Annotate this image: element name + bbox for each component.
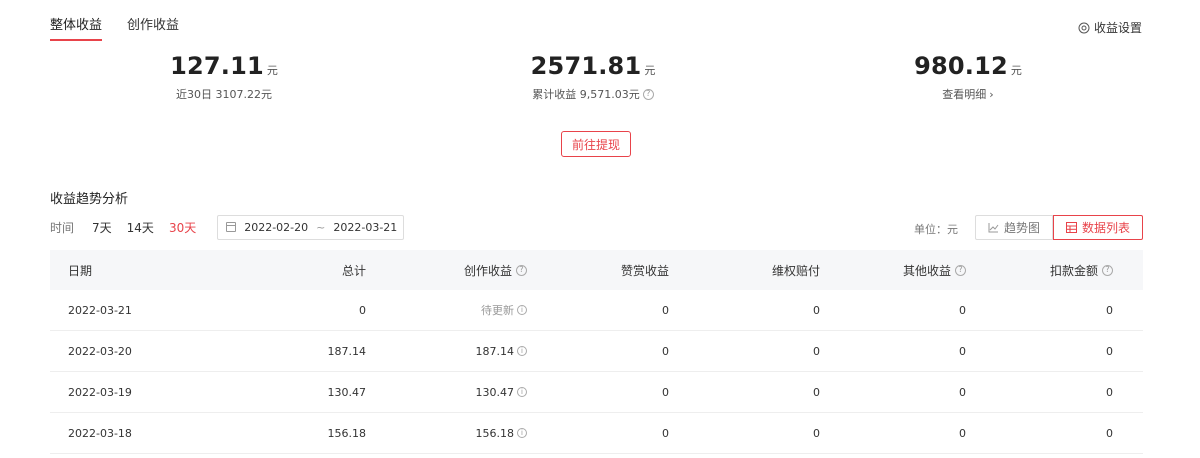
cell-other-income: 0 xyxy=(959,344,966,358)
info-icon[interactable]: i xyxy=(517,428,527,438)
withdraw-button[interactable]: 前往提现 xyxy=(561,131,631,157)
cell-date: 2022-03-18 xyxy=(68,426,132,440)
trend-chart-button[interactable]: 趋势图 xyxy=(974,215,1053,240)
stat-value: 127.11 xyxy=(170,52,264,80)
income-tabs: 整体收益 创作收益 xyxy=(50,14,179,41)
settings-icon xyxy=(1078,22,1090,33)
cell-rights-compensation: 0 xyxy=(813,303,820,317)
line-chart-icon xyxy=(988,223,999,233)
stat-balance: 980.12 元 查看明细 › xyxy=(848,52,1088,102)
table-row: 2022-03-21 0 待更新 i 0 0 0 0 xyxy=(50,290,1143,331)
cell-rights-compensation: 0 xyxy=(813,385,820,399)
cell-other-income: 0 xyxy=(959,426,966,440)
calendar-icon xyxy=(226,222,237,232)
chevron-right-icon: › xyxy=(989,87,994,101)
date-separator: ~ xyxy=(316,220,326,234)
stat-unit: 元 xyxy=(1010,64,1022,77)
header-deduction: 扣款金额 xyxy=(1049,263,1098,278)
table-row: 2022-03-18 156.18 156.18 i 0 0 0 0 xyxy=(50,413,1143,454)
info-icon[interactable]: i xyxy=(517,305,527,315)
header-date: 日期 xyxy=(68,263,93,278)
table-row: 2022-03-20 187.14 187.14 i 0 0 0 0 xyxy=(50,331,1143,372)
cell-other-income: 0 xyxy=(959,385,966,399)
cell-total: 187.14 xyxy=(327,344,367,358)
end-date: 2022-03-21 xyxy=(333,220,398,234)
header-other-income: 其他收益 xyxy=(902,263,951,278)
table-row: 2022-03-19 130.47 130.47 i 0 0 0 0 xyxy=(50,372,1143,413)
table-header: 日期 总计 创作收益? 赞赏收益 维权赔付 其他收益? 扣款金额? xyxy=(50,250,1143,290)
stat-unit: 元 xyxy=(266,64,278,77)
cell-tip-income: 0 xyxy=(662,344,669,358)
table-icon xyxy=(1065,222,1077,233)
income-table: 日期 总计 创作收益? 赞赏收益 维权赔付 其他收益? 扣款金额? 2022-0… xyxy=(50,250,1143,454)
income-settings-button[interactable]: 收益设置 xyxy=(1078,19,1142,36)
view-details-link[interactable]: 查看明细 › xyxy=(848,86,1088,102)
cell-total: 0 xyxy=(359,303,366,317)
header-total: 总计 xyxy=(341,263,366,278)
cell-creation-income: 187.14 xyxy=(475,344,515,358)
cell-creation-income: 待更新 xyxy=(481,304,514,317)
cell-deduction: 0 xyxy=(1106,385,1113,399)
stat-value: 980.12 xyxy=(914,52,1008,80)
cell-other-income: 0 xyxy=(959,303,966,317)
cell-deduction: 0 xyxy=(1106,344,1113,358)
cell-total: 130.47 xyxy=(327,385,367,399)
stat-recent: 127.11 元 近30日 3107.22元 xyxy=(104,52,344,102)
range-7-days[interactable]: 7天 xyxy=(92,219,112,236)
view-details-label: 查看明细 xyxy=(942,88,987,101)
help-icon[interactable]: ? xyxy=(642,88,654,100)
range-30-days[interactable]: 30天 xyxy=(169,219,196,236)
section-title: 收益趋势分析 xyxy=(50,192,129,207)
cell-deduction: 0 xyxy=(1106,303,1113,317)
unit-label: 单位：元 xyxy=(914,223,958,236)
cell-total: 156.18 xyxy=(327,426,367,440)
tab-creation-income[interactable]: 创作收益 xyxy=(127,14,179,41)
cell-tip-income: 0 xyxy=(662,385,669,399)
settings-label: 收益设置 xyxy=(1093,21,1142,35)
cell-rights-compensation: 0 xyxy=(813,426,820,440)
info-icon[interactable]: i xyxy=(517,346,527,356)
header-creation-income: 创作收益 xyxy=(463,263,512,278)
date-range-picker[interactable]: 2022-02-20 ~ 2022-03-21 xyxy=(217,214,405,240)
cell-deduction: 0 xyxy=(1106,426,1113,440)
cell-creation-income: 156.18 xyxy=(475,426,515,440)
data-list-button[interactable]: 数据列表 xyxy=(1052,215,1143,240)
cell-date: 2022-03-21 xyxy=(68,303,132,317)
info-icon[interactable]: i xyxy=(517,387,527,397)
cell-date: 2022-03-20 xyxy=(68,344,132,358)
stat-unit: 元 xyxy=(644,64,656,77)
cell-date: 2022-03-19 xyxy=(68,385,132,399)
help-icon[interactable]: ? xyxy=(955,264,966,276)
header-rights-compensation: 维权赔付 xyxy=(771,263,820,278)
time-label: 时间 xyxy=(50,220,75,235)
stat-subtext: 累计收益 9,571.03元 xyxy=(532,88,640,101)
help-icon[interactable]: ? xyxy=(516,264,527,276)
cell-tip-income: 0 xyxy=(662,303,669,317)
data-list-label: 数据列表 xyxy=(1081,221,1130,235)
stat-cumulative: 2571.81 元 累计收益 9,571.03元 ? xyxy=(473,52,713,102)
stat-value: 2571.81 xyxy=(530,52,642,80)
start-date: 2022-02-20 xyxy=(244,220,309,234)
header-tip-income: 赞赏收益 xyxy=(620,263,669,278)
tab-overall-income[interactable]: 整体收益 xyxy=(50,14,103,41)
cell-tip-income: 0 xyxy=(662,426,669,440)
cell-creation-income: 130.47 xyxy=(475,385,515,399)
view-toggle: 趋势图 数据列表 xyxy=(974,215,1143,240)
cell-rights-compensation: 0 xyxy=(813,344,820,358)
trend-chart-label: 趋势图 xyxy=(1003,221,1040,235)
range-14-days[interactable]: 14天 xyxy=(127,219,154,236)
help-icon[interactable]: ? xyxy=(1102,264,1113,276)
stat-subtext: 近30日 3107.22元 xyxy=(176,88,272,101)
time-filter: 时间 7天 14天 30天 2022-02-20 ~ 2022-03-21 xyxy=(50,214,405,240)
